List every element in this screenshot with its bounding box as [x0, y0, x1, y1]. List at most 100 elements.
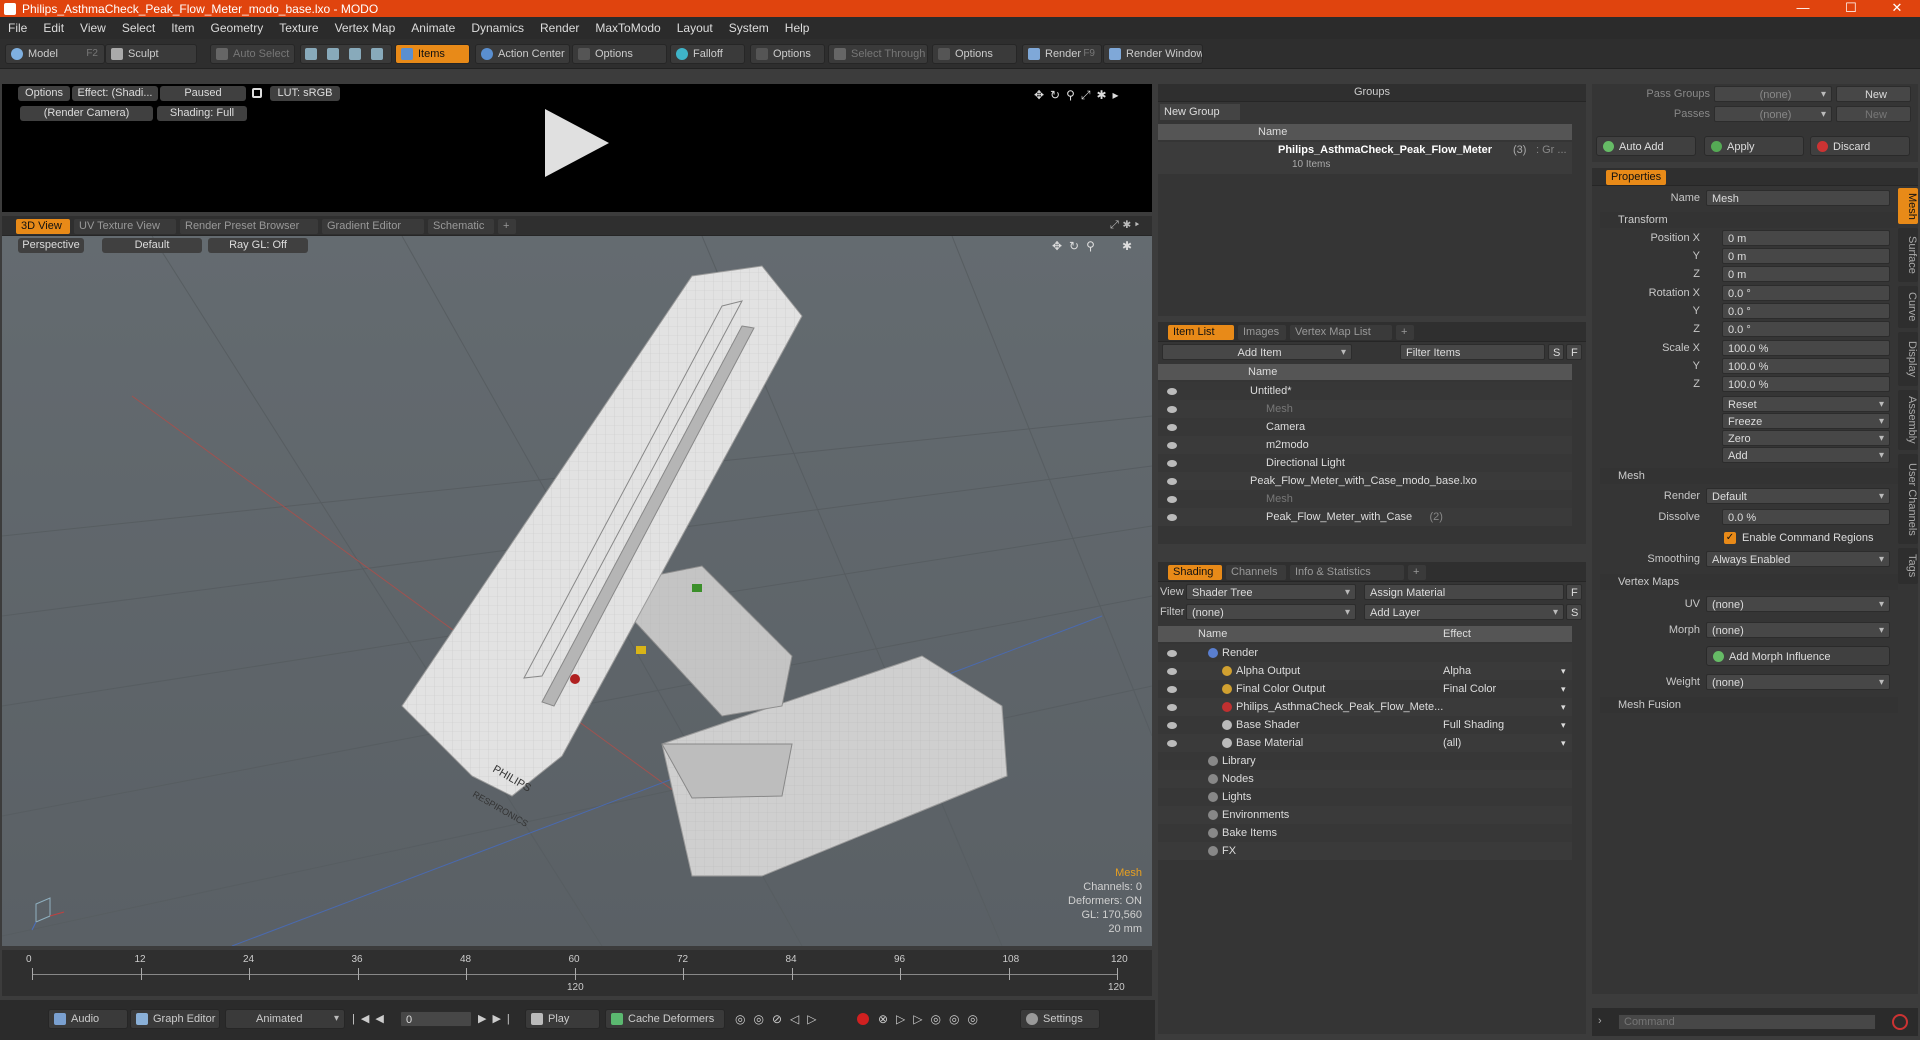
- apply-button[interactable]: Apply: [1704, 136, 1804, 156]
- tab-render-preset-browser[interactable]: Render Preset Browser: [180, 219, 318, 234]
- play-button[interactable]: Play: [525, 1009, 600, 1029]
- shader-effect[interactable]: Full Shading: [1443, 716, 1504, 734]
- assign-material-button[interactable]: Assign Material: [1364, 584, 1564, 600]
- lut-dropdown[interactable]: LUT: sRGB: [270, 86, 340, 101]
- scale-y-field[interactable]: 100.0 %: [1722, 358, 1890, 374]
- cache-deformers-button[interactable]: Cache Deformers: [605, 1009, 725, 1029]
- step-forward-controls-icon[interactable]: ▶▶|: [478, 1012, 516, 1025]
- side-tab-tags[interactable]: Tags: [1898, 548, 1918, 584]
- select-options-button[interactable]: Options: [932, 44, 1017, 64]
- tab-shading[interactable]: Shading: [1168, 565, 1222, 580]
- visibility-eye-icon[interactable]: [1167, 514, 1177, 521]
- lock-icon[interactable]: [252, 88, 262, 98]
- reset-dropdown[interactable]: Reset: [1722, 396, 1890, 413]
- shader-tree-row[interactable]: Environments: [1158, 806, 1572, 824]
- menu-vertex-map[interactable]: Vertex Map: [327, 21, 404, 35]
- visibility-eye-icon[interactable]: [1167, 388, 1177, 395]
- mesh-fusion-section[interactable]: Mesh Fusion: [1600, 697, 1898, 713]
- visibility-eye-icon[interactable]: [1167, 442, 1177, 449]
- paused-button[interactable]: Paused: [160, 86, 246, 101]
- visibility-eye-icon[interactable]: [1167, 650, 1177, 657]
- shader-effect[interactable]: Alpha: [1443, 662, 1471, 680]
- mesh-section[interactable]: Mesh: [1600, 468, 1898, 484]
- vertex-mode-icon[interactable]: [305, 48, 317, 60]
- shader-tree-row[interactable]: FX: [1158, 842, 1572, 860]
- falloff-options-button[interactable]: Options: [750, 44, 825, 64]
- tab-info-statistics[interactable]: Info & Statistics: [1290, 565, 1404, 580]
- viewport-navigation-icons[interactable]: ✥↻⚲: [1052, 239, 1102, 253]
- tab-3d-view[interactable]: 3D View: [16, 219, 70, 234]
- shader-effect[interactable]: (all): [1443, 734, 1461, 752]
- new-pass-button[interactable]: New: [1836, 106, 1911, 122]
- tab--[interactable]: +: [1396, 325, 1414, 340]
- chevron-down-icon[interactable]: ▾: [1561, 662, 1566, 680]
- minimize-icon[interactable]: —: [1780, 0, 1826, 17]
- auto-add-button[interactable]: Auto Add: [1596, 136, 1696, 156]
- side-tab-display[interactable]: Display: [1898, 332, 1918, 386]
- preview-options-button[interactable]: Options: [18, 86, 70, 101]
- model-mode-button[interactable]: Model F2: [5, 44, 105, 64]
- default-style-dropdown[interactable]: Default: [102, 238, 202, 253]
- menu-geometry[interactable]: Geometry: [203, 21, 272, 35]
- 3d-viewport[interactable]: PHILIPS RESPIRONICS Perspective Default …: [2, 236, 1152, 946]
- enable-command-regions-checkbox[interactable]: ✓: [1724, 532, 1736, 544]
- chevron-down-icon[interactable]: ▾: [1561, 716, 1566, 734]
- list-item[interactable]: Directional Light: [1158, 454, 1572, 472]
- menu-view[interactable]: View: [72, 21, 114, 35]
- tab-images[interactable]: Images: [1238, 325, 1286, 340]
- new-pass-group-button[interactable]: New: [1836, 86, 1911, 102]
- visibility-eye-icon[interactable]: [1167, 722, 1177, 729]
- side-tab-mesh[interactable]: Mesh: [1898, 188, 1918, 224]
- new-group-button[interactable]: New Group: [1160, 104, 1240, 120]
- shader-effect[interactable]: Final Color: [1443, 680, 1496, 698]
- viewport-expand-icon[interactable]: ⤢✱▸: [1110, 219, 1143, 232]
- side-tab-surface[interactable]: Surface: [1898, 228, 1918, 282]
- menu-layout[interactable]: Layout: [669, 21, 721, 35]
- visibility-eye-icon[interactable]: [1167, 686, 1177, 693]
- menu-maxtomodo[interactable]: MaxToModo: [587, 21, 668, 35]
- tab-schematic[interactable]: Schematic: [428, 219, 494, 234]
- visibility-eye-icon[interactable]: [1167, 496, 1177, 503]
- shader-tree-row[interactable]: Render: [1158, 644, 1572, 662]
- position-x-field[interactable]: 0 m: [1722, 230, 1890, 246]
- shader-tree-row[interactable]: Bake Items: [1158, 824, 1572, 842]
- visibility-eye-icon[interactable]: [1167, 406, 1177, 413]
- visibility-eye-icon[interactable]: [1167, 460, 1177, 467]
- side-tab-assembly[interactable]: Assembly: [1898, 390, 1918, 450]
- chevron-down-icon[interactable]: ▾: [1561, 698, 1566, 716]
- key-controls-icon[interactable]: ◎◎⊘◁▷: [735, 1012, 824, 1026]
- menu-edit[interactable]: Edit: [35, 21, 72, 35]
- record-icon[interactable]: [857, 1013, 869, 1025]
- tab-channels[interactable]: Channels: [1226, 565, 1286, 580]
- chevron-down-icon[interactable]: ▾: [1561, 680, 1566, 698]
- side-tab-user-channels[interactable]: User Channels: [1898, 454, 1918, 544]
- audio-button[interactable]: Audio: [48, 1009, 128, 1029]
- command-input[interactable]: [1618, 1014, 1876, 1030]
- menu-system[interactable]: System: [721, 21, 777, 35]
- rotation-y-field[interactable]: 0.0 °: [1722, 303, 1890, 319]
- shading-dropdown[interactable]: Shading: Full: [157, 106, 247, 121]
- tab-item-list[interactable]: Item List: [1168, 325, 1234, 340]
- passes-dropdown[interactable]: (none): [1714, 106, 1832, 123]
- pass-groups-dropdown[interactable]: (none): [1714, 86, 1832, 103]
- shader-tree-row[interactable]: Base Material (all) ▾: [1158, 734, 1572, 752]
- visibility-eye-icon[interactable]: [1167, 740, 1177, 747]
- perspective-dropdown[interactable]: Perspective: [18, 238, 84, 253]
- name-field[interactable]: Mesh: [1706, 190, 1890, 206]
- shader-tree-row[interactable]: Lights: [1158, 788, 1572, 806]
- render-button[interactable]: Render F9: [1022, 44, 1102, 64]
- list-item[interactable]: Camera: [1158, 418, 1572, 436]
- menu-texture[interactable]: Texture: [271, 21, 326, 35]
- menu-dynamics[interactable]: Dynamics: [463, 21, 532, 35]
- step-back-controls-icon[interactable]: |◀◀: [352, 1012, 390, 1025]
- graph-editor-button[interactable]: Graph Editor: [130, 1009, 220, 1029]
- scale-z-field[interactable]: 100.0 %: [1722, 376, 1890, 392]
- material-mode-icon[interactable]: [371, 48, 383, 60]
- shading-f-button[interactable]: F: [1566, 584, 1582, 600]
- render-dropdown[interactable]: Default: [1706, 488, 1890, 505]
- maximize-icon[interactable]: ☐: [1828, 0, 1874, 17]
- properties-tab[interactable]: Properties: [1606, 170, 1667, 185]
- side-tab-curve[interactable]: Curve: [1898, 286, 1918, 328]
- shading-s-button[interactable]: S: [1566, 604, 1582, 620]
- add-dropdown[interactable]: Add: [1722, 447, 1890, 464]
